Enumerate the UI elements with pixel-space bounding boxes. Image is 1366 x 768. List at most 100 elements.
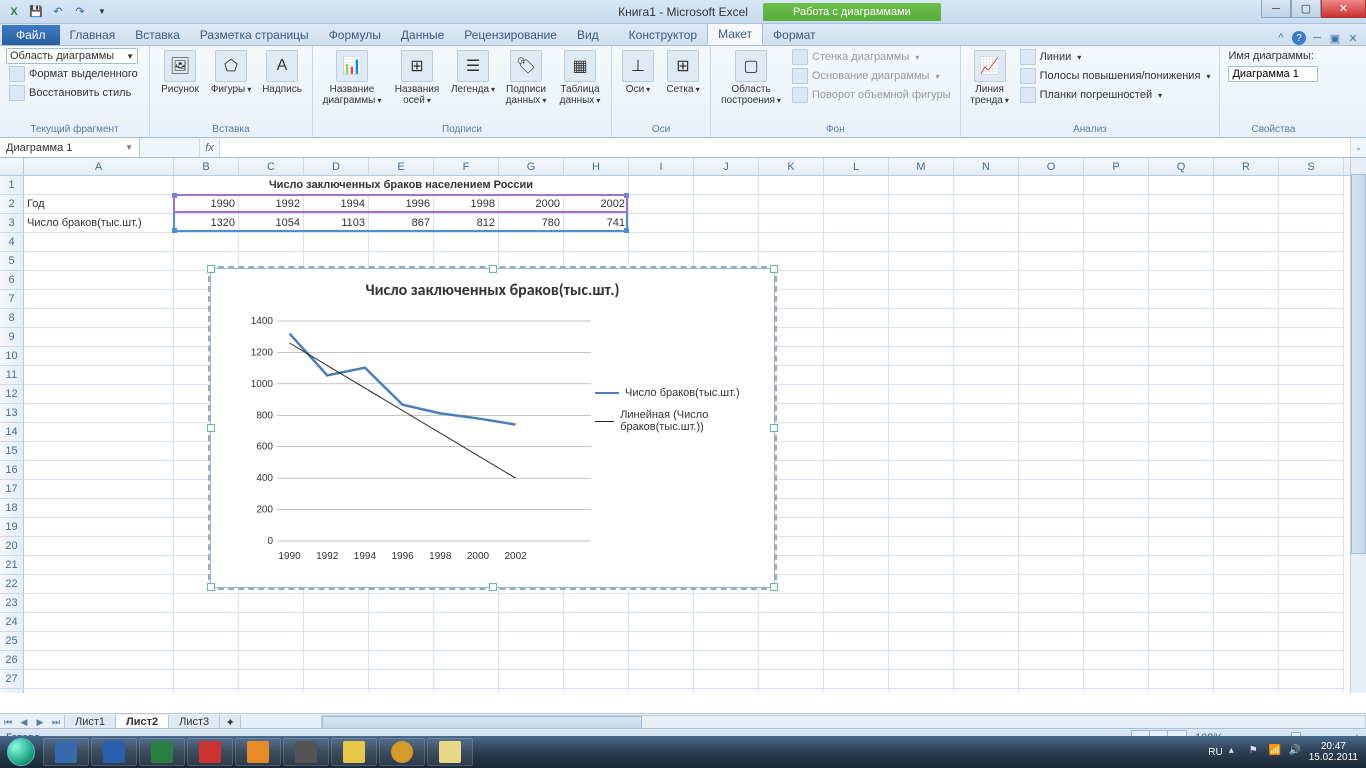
cell[interactable] (629, 594, 694, 613)
cell[interactable] (174, 689, 239, 693)
gridlines-button[interactable]: ⊞Сетка (662, 48, 704, 97)
network-icon[interactable]: 📶 (1269, 745, 1283, 759)
cell[interactable] (954, 347, 1019, 366)
cell[interactable] (369, 670, 434, 689)
cell[interactable] (759, 233, 824, 252)
cell[interactable] (1214, 518, 1279, 537)
cell[interactable] (694, 670, 759, 689)
cell[interactable] (694, 613, 759, 632)
workbook-minimize-icon[interactable]: ─ (1310, 31, 1324, 45)
row-header[interactable]: 13 (0, 404, 24, 423)
row-header[interactable]: 26 (0, 651, 24, 670)
cell[interactable] (1149, 442, 1214, 461)
cell[interactable]: Год (24, 195, 174, 214)
cell[interactable] (889, 385, 954, 404)
cell[interactable] (1214, 499, 1279, 518)
row-header[interactable]: 24 (0, 613, 24, 632)
cell[interactable] (1279, 556, 1344, 575)
cell[interactable] (1279, 670, 1344, 689)
cell[interactable] (24, 404, 174, 423)
cell[interactable] (1019, 499, 1084, 518)
cell[interactable] (954, 195, 1019, 214)
cell[interactable] (629, 233, 694, 252)
cell[interactable] (954, 556, 1019, 575)
cell[interactable] (304, 632, 369, 651)
cell[interactable] (304, 594, 369, 613)
cell[interactable]: 1996 (369, 195, 434, 214)
updown-bars-button[interactable]: Полосы повышения/понижения▾ (1017, 67, 1214, 85)
cell[interactable] (1214, 537, 1279, 556)
cell[interactable] (1019, 404, 1084, 423)
help-icon[interactable]: ? (1292, 31, 1306, 45)
resize-handle[interactable] (770, 583, 778, 591)
cell[interactable] (369, 632, 434, 651)
row-header[interactable]: 25 (0, 632, 24, 651)
cell[interactable] (889, 670, 954, 689)
row-header[interactable]: 20 (0, 537, 24, 556)
cell[interactable]: 1990 (174, 195, 239, 214)
cell[interactable] (434, 670, 499, 689)
cell[interactable] (1019, 252, 1084, 271)
cell[interactable] (1084, 252, 1149, 271)
row-header[interactable]: 15 (0, 442, 24, 461)
cell[interactable] (824, 252, 889, 271)
cell[interactable] (1214, 594, 1279, 613)
cell[interactable] (889, 689, 954, 693)
column-header[interactable]: F (434, 158, 499, 175)
cell[interactable] (1279, 385, 1344, 404)
cell[interactable] (1279, 613, 1344, 632)
minimize-ribbon-icon[interactable]: ^ (1274, 31, 1288, 45)
cell[interactable] (824, 594, 889, 613)
cell[interactable] (889, 461, 954, 480)
cell[interactable] (824, 328, 889, 347)
cell[interactable] (1279, 271, 1344, 290)
cell[interactable] (889, 195, 954, 214)
cell[interactable]: 1998 (434, 195, 499, 214)
cell[interactable] (889, 271, 954, 290)
cell[interactable] (824, 689, 889, 693)
cell[interactable] (1019, 385, 1084, 404)
cell[interactable] (954, 480, 1019, 499)
cell[interactable] (369, 233, 434, 252)
cell[interactable] (889, 309, 954, 328)
cell[interactable] (1149, 499, 1214, 518)
cell[interactable] (1084, 423, 1149, 442)
cell[interactable] (174, 613, 239, 632)
cell[interactable] (304, 233, 369, 252)
cell[interactable] (1214, 385, 1279, 404)
picture-button[interactable]: 🖼Рисунок (156, 48, 204, 97)
cell[interactable] (1019, 442, 1084, 461)
cell[interactable] (824, 480, 889, 499)
undo-icon[interactable]: ↶ (48, 2, 68, 22)
cell[interactable] (1149, 347, 1214, 366)
cell[interactable] (1084, 176, 1149, 195)
cell-merged-title[interactable]: Число заключенных браков населением Росс… (174, 176, 629, 195)
cell[interactable]: 1054 (239, 214, 304, 233)
cell[interactable] (1279, 632, 1344, 651)
cell[interactable] (1279, 537, 1344, 556)
lines-button[interactable]: Линии▾ (1017, 48, 1214, 66)
cell[interactable] (759, 613, 824, 632)
cell[interactable] (1084, 632, 1149, 651)
cell[interactable] (954, 689, 1019, 693)
cell[interactable] (824, 195, 889, 214)
error-bars-button[interactable]: Планки погрешностей▾ (1017, 86, 1214, 104)
cell[interactable] (1149, 480, 1214, 499)
cell[interactable] (1214, 442, 1279, 461)
cell[interactable] (499, 594, 564, 613)
flag-icon[interactable]: ⚑ (1249, 745, 1263, 759)
cell[interactable] (304, 670, 369, 689)
cell[interactable] (824, 651, 889, 670)
column-header[interactable]: E (369, 158, 434, 175)
taskbar-app[interactable] (139, 738, 185, 766)
row-header[interactable]: 18 (0, 499, 24, 518)
cell[interactable] (24, 632, 174, 651)
cell[interactable] (1279, 689, 1344, 693)
row-header[interactable]: 2 (0, 195, 24, 214)
cell[interactable] (954, 328, 1019, 347)
cell[interactable] (1084, 385, 1149, 404)
chart-legend[interactable]: Число браков(тыс.шт.) Линейная (Число бр… (595, 387, 760, 443)
cell[interactable] (1084, 214, 1149, 233)
row-header[interactable]: 23 (0, 594, 24, 613)
column-header[interactable]: C (239, 158, 304, 175)
